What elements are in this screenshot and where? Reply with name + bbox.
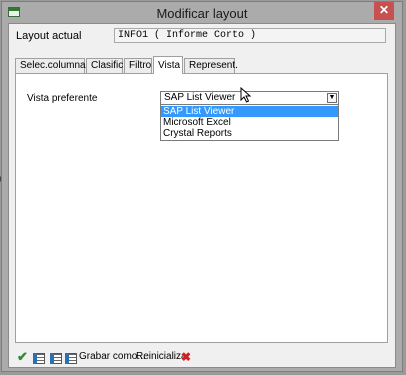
close-button[interactable]: ✕	[374, 2, 394, 20]
dialog-body: Layout actual INFO1 ( Informe Corto ) Se…	[8, 23, 396, 368]
layout-label: Layout actual	[16, 30, 82, 42]
option-crystal-reports[interactable]: Crystal Reports	[161, 128, 338, 139]
dialog-window: Modificar layout ✕ Layout actual INFO1 (…	[1, 1, 403, 372]
tab-filtro[interactable]: Filtro	[124, 58, 152, 73]
tab-clasific[interactable]: Clasific.	[86, 58, 126, 73]
tab-vista[interactable]: Vista	[153, 56, 183, 74]
cancel-icon[interactable]: ✖	[181, 351, 191, 365]
tab-selec-columnas[interactable]: Selec.columnas	[15, 58, 91, 73]
vista-panel: Vista preferente SAP List Viewer ▼ SAP L…	[15, 73, 388, 343]
chevron-down-icon[interactable]: ▼	[327, 93, 337, 103]
option-sap-list-viewer[interactable]: SAP List Viewer	[161, 106, 338, 117]
window-title: Modificar layout	[156, 6, 248, 21]
title-bar[interactable]: Modificar layout ✕	[2, 2, 402, 24]
save-as-grid-icon	[65, 353, 77, 364]
mouse-pointer-icon	[240, 87, 252, 103]
grid-icon[interactable]	[33, 353, 45, 364]
grid-icon[interactable]	[50, 353, 62, 364]
check-icon[interactable]: ✔	[17, 350, 28, 365]
vista-dropdown-list: SAP List Viewer Microsoft Excel Crystal …	[160, 104, 339, 141]
option-microsoft-excel[interactable]: Microsoft Excel	[161, 117, 338, 128]
tab-represent[interactable]: Represent.	[184, 58, 238, 73]
layout-row: Layout actual INFO1 ( Informe Corto )	[9, 24, 395, 48]
footer-toolbar: ✔ Grabar como... Reinicializar ✖	[9, 348, 395, 368]
layout-field: INFO1 ( Informe Corto )	[114, 28, 386, 43]
selected-value: SAP List Viewer	[164, 92, 236, 103]
vista-preferente-label: Vista preferente	[27, 93, 98, 104]
